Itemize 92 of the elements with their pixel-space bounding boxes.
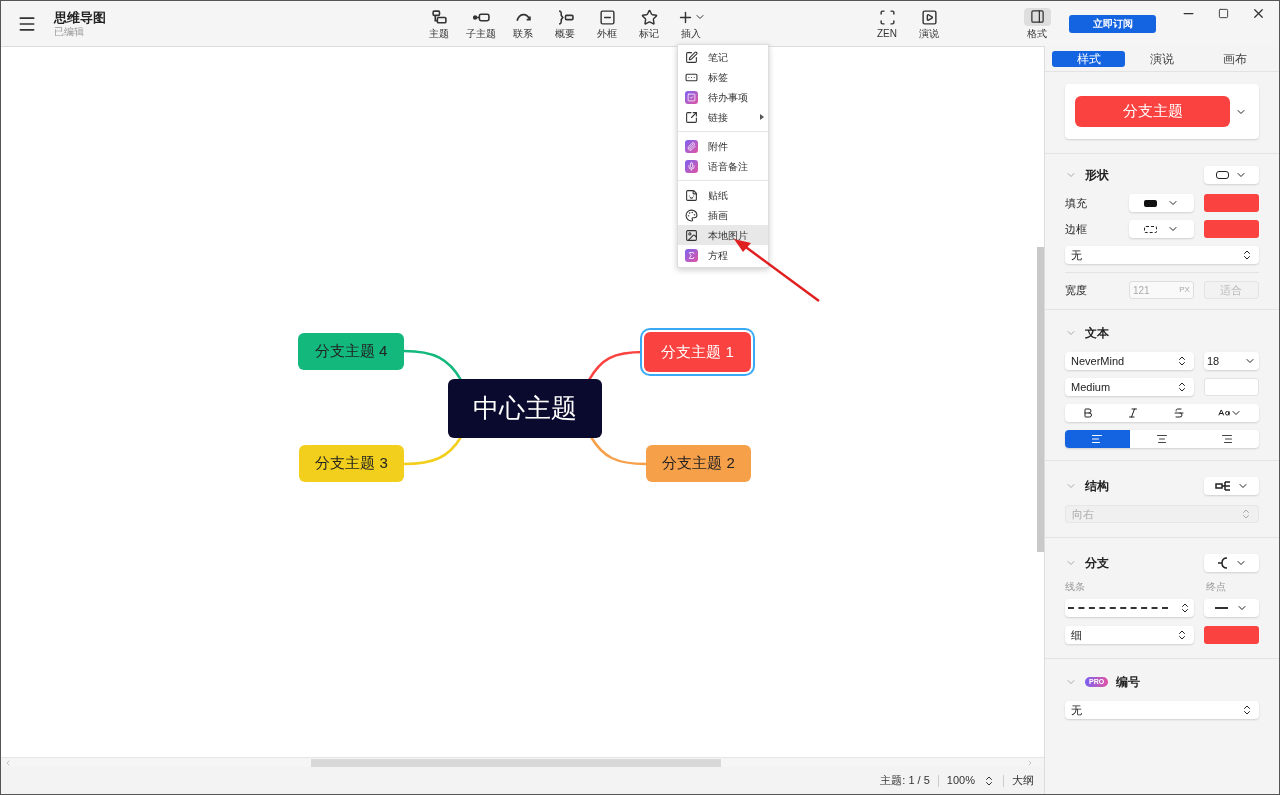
line-thickness-select[interactable]: 细 bbox=[1071, 626, 1082, 644]
text-color-field[interactable] bbox=[1203, 378, 1259, 396]
bold-icon[interactable] bbox=[1081, 407, 1094, 419]
align-button[interactable] bbox=[1065, 430, 1130, 448]
toolbar-button[interactable]: 概要 bbox=[544, 3, 586, 44]
toolbar-button[interactable]: 外框 bbox=[586, 3, 628, 44]
document-title: 思维导图 bbox=[54, 10, 106, 24]
connector-line bbox=[403, 436, 463, 466]
panel-tab[interactable]: 画布 bbox=[1198, 50, 1272, 67]
section-title: 文本 bbox=[1085, 325, 1109, 342]
property-label: 填充 bbox=[1065, 195, 1088, 211]
menu-item[interactable]: 语音备注 bbox=[678, 156, 768, 176]
zoom-stepper-icon[interactable] bbox=[983, 774, 995, 787]
outline-button[interactable]: 大纲 bbox=[1012, 772, 1034, 789]
branch-topic[interactable]: 分支主题 2 bbox=[646, 445, 751, 482]
strikethrough-icon[interactable] bbox=[1172, 407, 1185, 419]
property-label: 宽度 bbox=[1065, 282, 1088, 298]
menu-item[interactable]: 链接 bbox=[678, 107, 768, 127]
formula-icon bbox=[685, 248, 698, 262]
format-panel-button[interactable]: 格式 bbox=[1022, 5, 1052, 42]
menu-item[interactable]: 贴纸 bbox=[678, 185, 768, 205]
text-align-icon bbox=[1156, 433, 1168, 445]
toolbar-button[interactable]: ZEN bbox=[866, 3, 908, 44]
panel-tab[interactable]: 演说 bbox=[1125, 50, 1199, 67]
structure-icon[interactable] bbox=[1214, 481, 1231, 491]
text-align-icon bbox=[1091, 433, 1104, 445]
section-title: 结构 bbox=[1085, 478, 1109, 495]
branch-topic[interactable]: 分支主题 3 bbox=[299, 445, 404, 482]
branch-topic[interactable]: 分支主题 4 bbox=[298, 333, 404, 370]
menu-item[interactable]: 附件 bbox=[678, 136, 768, 156]
dashed-line-icon[interactable] bbox=[1068, 607, 1168, 609]
property-label: 边框 bbox=[1065, 221, 1088, 237]
color-swatch[interactable] bbox=[1203, 220, 1259, 238]
image-icon bbox=[685, 228, 698, 242]
field-label: 终点 bbox=[1206, 580, 1226, 594]
subscribe-button[interactable]: 立即订阅 bbox=[1069, 14, 1156, 33]
field-label: 线条 bbox=[1065, 580, 1086, 594]
border-option-select[interactable]: 无 bbox=[1071, 246, 1082, 264]
text-align-icon bbox=[1220, 433, 1233, 445]
central-topic[interactable]: 中心主题 bbox=[448, 379, 602, 438]
text-case-icon[interactable] bbox=[1218, 407, 1231, 419]
color-swatch[interactable] bbox=[1203, 194, 1259, 212]
note-icon bbox=[685, 50, 698, 64]
toolbar-button[interactable]: 插入 bbox=[670, 3, 712, 44]
star-icon bbox=[640, 8, 658, 26]
side-panel-icon bbox=[1029, 9, 1045, 24]
menu-item[interactable]: 本地图片 bbox=[678, 225, 768, 245]
numbering-select[interactable]: 无 bbox=[1071, 701, 1082, 719]
toolbar-button[interactable]: 联系 bbox=[502, 3, 544, 44]
microphone-icon bbox=[685, 159, 698, 173]
topic-style-preview[interactable]: 分支主题 bbox=[1075, 96, 1230, 127]
border-style-icon[interactable] bbox=[1143, 225, 1157, 233]
line-end-icon[interactable] bbox=[1214, 607, 1228, 609]
paperclip-icon bbox=[685, 139, 698, 153]
fill-style-icon[interactable] bbox=[1143, 199, 1157, 207]
boundary-icon bbox=[598, 8, 616, 26]
toolbar-button[interactable]: 演说 bbox=[908, 3, 950, 44]
section-title: 编号 bbox=[1116, 674, 1141, 691]
stepper-icon bbox=[1240, 508, 1252, 520]
color-swatch[interactable] bbox=[1203, 626, 1259, 644]
topic-icon bbox=[430, 8, 448, 26]
scrollbar[interactable] bbox=[1037, 247, 1044, 552]
stepper-icon[interactable] bbox=[1241, 249, 1253, 261]
sticker-icon bbox=[685, 188, 698, 202]
italic-icon[interactable] bbox=[1127, 407, 1140, 419]
menu-item[interactable]: 待办事项 bbox=[678, 87, 768, 107]
toolbar-button[interactable]: 主题 bbox=[418, 3, 460, 44]
menu-item[interactable]: 标签 bbox=[678, 67, 768, 87]
close-icon[interactable] bbox=[1251, 6, 1266, 21]
menu-item[interactable]: 笔记 bbox=[678, 47, 768, 67]
play-icon bbox=[920, 8, 938, 26]
scrollbar[interactable] bbox=[311, 758, 721, 767]
link-icon bbox=[685, 110, 698, 124]
toolbar-button[interactable]: 子主题 bbox=[460, 3, 502, 44]
section-title: 形状 bbox=[1085, 167, 1109, 184]
section-title: 分支 bbox=[1085, 555, 1109, 572]
panel-tab[interactable]: 样式 bbox=[1052, 50, 1126, 67]
bracket-icon bbox=[556, 8, 574, 26]
zoom-level: 100% bbox=[946, 773, 975, 789]
menu-item[interactable]: 插画 bbox=[678, 205, 768, 225]
fullscreen-icon bbox=[878, 8, 896, 26]
topic-count: 主题: 1 / 5 bbox=[880, 773, 930, 789]
maximize-icon[interactable] bbox=[1218, 8, 1229, 19]
branch-style-icon[interactable] bbox=[1216, 557, 1229, 569]
toolbar-button[interactable]: 标记 bbox=[628, 3, 670, 44]
menu-item[interactable]: 方程 bbox=[678, 245, 768, 265]
stepper-icon[interactable] bbox=[1241, 704, 1253, 716]
connector-line bbox=[403, 349, 463, 381]
save-status: 已编辑 bbox=[54, 26, 85, 37]
palette-icon bbox=[685, 208, 698, 222]
connector-line bbox=[589, 436, 647, 466]
checkbox-icon bbox=[685, 90, 698, 104]
